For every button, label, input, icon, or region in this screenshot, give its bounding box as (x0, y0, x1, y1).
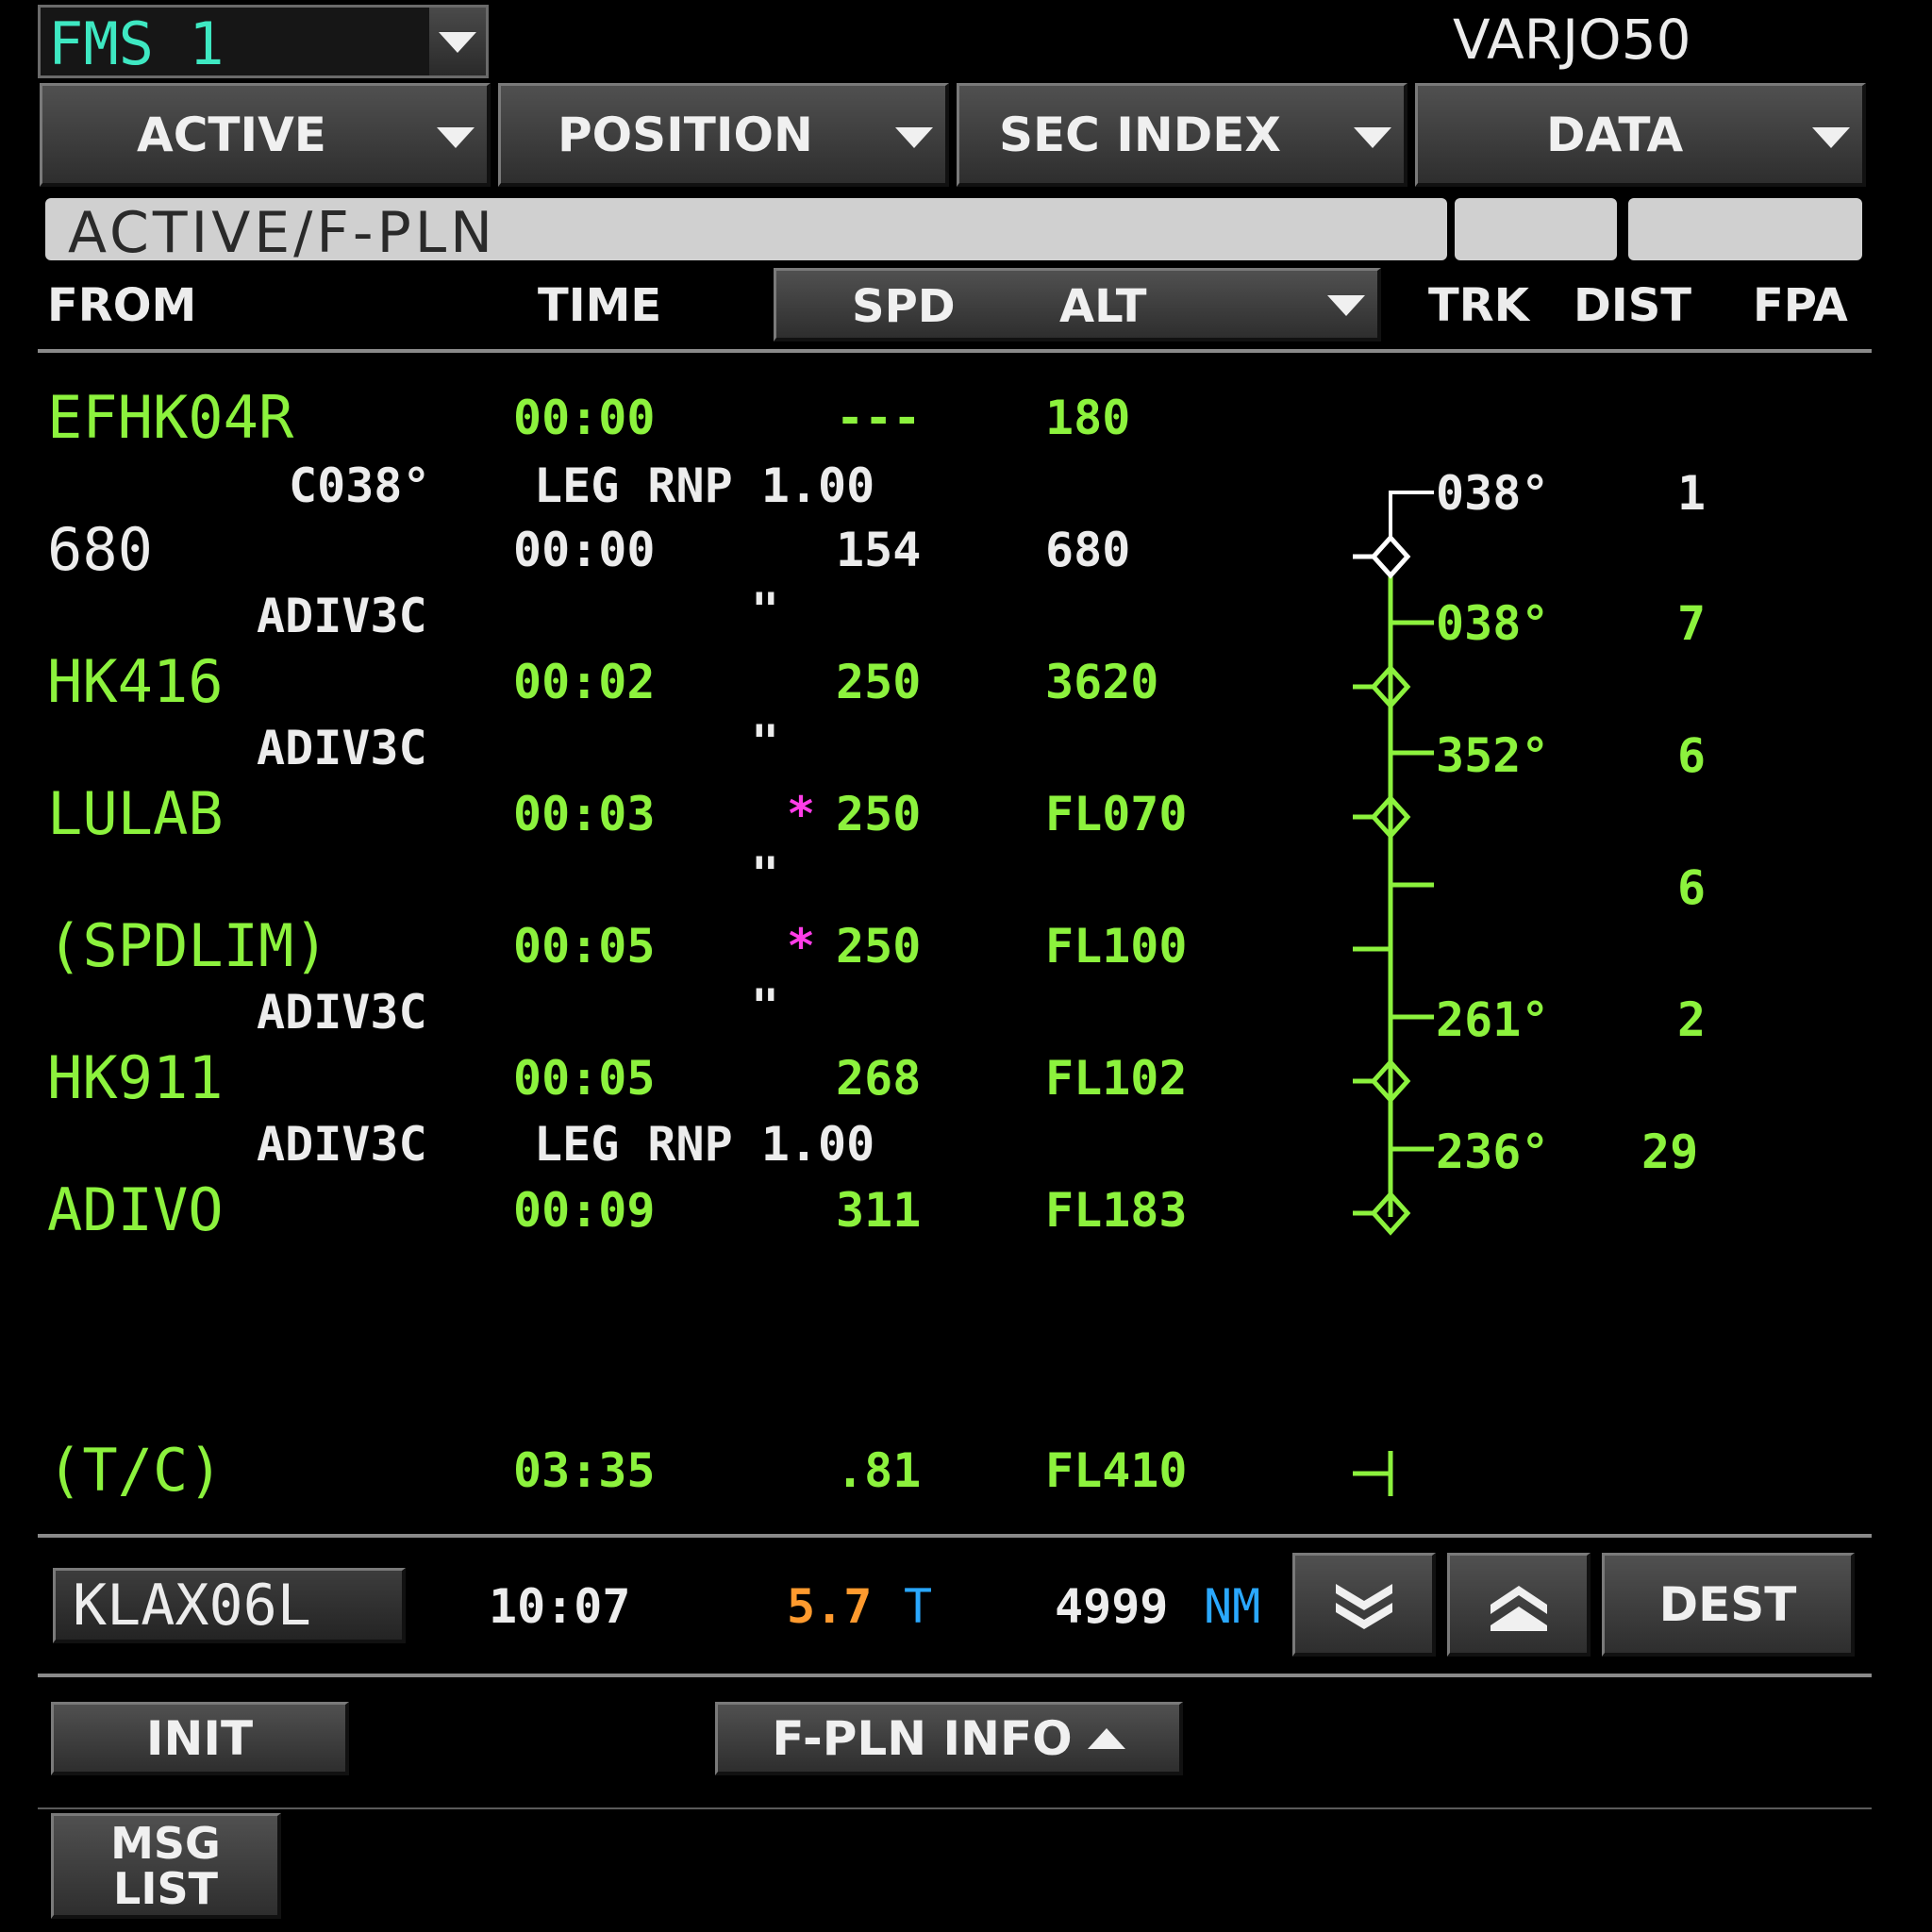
footer-divider-2 (38, 1807, 1872, 1809)
init-button-label: INIT (145, 1710, 254, 1766)
fpln-info-button[interactable]: F-PLN INFO (715, 1702, 1183, 1775)
waypoint-diamond-icon (1353, 664, 1411, 709)
destination-distance: 4999 (1055, 1579, 1169, 1634)
init-button[interactable]: INIT (51, 1702, 349, 1775)
destination-efob: 5.7 (787, 1579, 873, 1634)
waypoint-tick (1353, 1451, 1393, 1496)
dest-button[interactable]: DEST (1602, 1553, 1855, 1657)
scroll-up-button[interactable] (1447, 1553, 1591, 1657)
destination-time: 10:07 (489, 1579, 631, 1634)
destination-airport-button[interactable]: KLAX06L (53, 1568, 406, 1643)
waypoint-diamond-icon (1353, 1191, 1411, 1236)
msg-list-button[interactable]: MSG LIST (51, 1813, 281, 1919)
fpln-info-button-label: F-PLN INFO (772, 1710, 1073, 1766)
footer-divider (38, 1674, 1872, 1677)
waypoint-diamond-icon (1353, 534, 1411, 579)
scroll-down-button[interactable] (1292, 1553, 1436, 1657)
destination-airport: KLAX06L (73, 1572, 311, 1639)
list-divider (38, 1534, 1872, 1538)
chevron-up-icon (1087, 1727, 1125, 1749)
destination-distance-unit: NM (1204, 1579, 1261, 1634)
double-chevron-up-icon (1490, 1585, 1547, 1631)
msg-list-button-label-line1: MSG (110, 1817, 221, 1869)
waypoint-diamond-icon (1353, 794, 1411, 840)
waypoint-diamond-icon (1353, 1058, 1411, 1104)
destination-efob-unit: T (904, 1579, 933, 1634)
double-chevron-down-icon (1335, 1583, 1392, 1629)
msg-list-button-label-line2: LIST (113, 1862, 218, 1914)
dest-button-label: DEST (1658, 1576, 1797, 1632)
